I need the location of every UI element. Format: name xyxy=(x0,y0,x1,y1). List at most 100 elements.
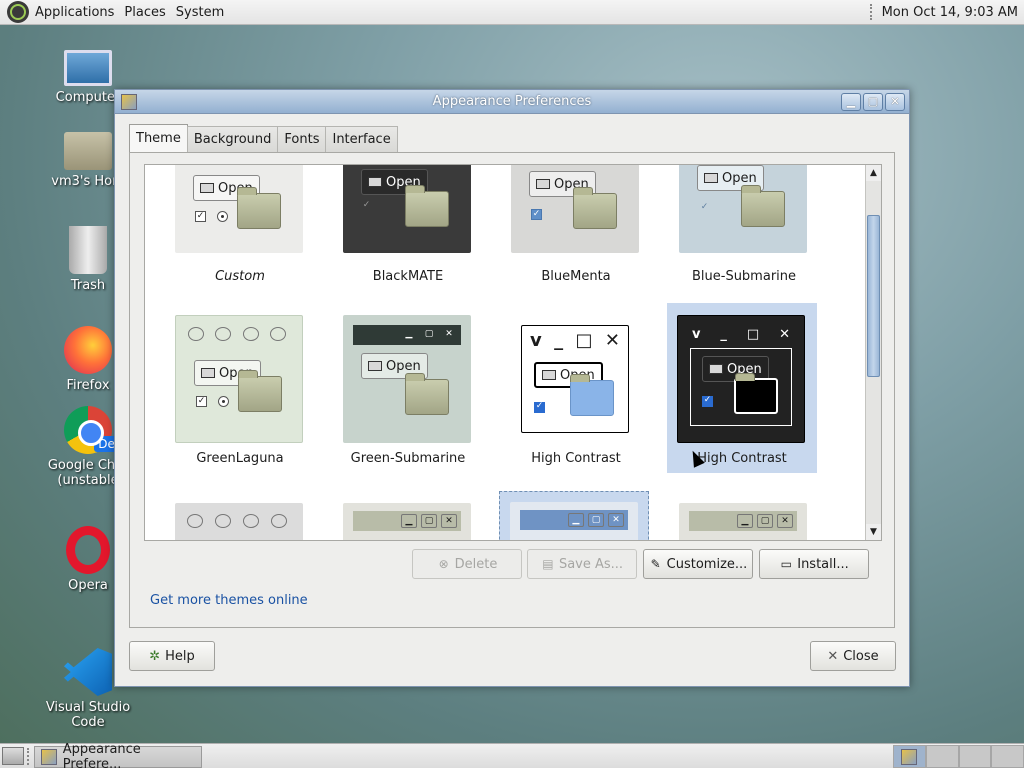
mate-logo-icon[interactable] xyxy=(7,1,29,23)
computer-icon xyxy=(64,50,112,86)
scroll-up-icon[interactable]: ▲ xyxy=(866,165,881,181)
preview-titlebar xyxy=(183,511,295,531)
panel-separator xyxy=(27,748,29,765)
desktop-icon-label: Firefox xyxy=(66,378,110,393)
folder-icon xyxy=(536,179,550,189)
delete-button[interactable]: ⊗ Delete xyxy=(412,549,522,579)
theme-preview: ▁ ▢ ✕ xyxy=(510,502,638,540)
close-icon: ✕ xyxy=(827,648,839,664)
folder-icon xyxy=(405,373,449,415)
save-icon: ▤ xyxy=(542,557,554,571)
customize-label: Customize... xyxy=(666,556,748,572)
theme-list[interactable]: Open ✓ Custom Open ✓ BlackMATE Open ✓ Bl… xyxy=(144,164,882,541)
titlebar[interactable]: Appearance Preferences ▁ ▢ ✕ xyxy=(115,90,909,114)
theme-name: Custom xyxy=(215,269,265,284)
close-window-button[interactable]: ✕ xyxy=(885,92,905,111)
preview-minimize-icon: _ xyxy=(720,326,727,342)
top-panel: Applications Places System Mon Oct 14, 9… xyxy=(0,0,1024,25)
workspace-1[interactable] xyxy=(893,745,926,768)
checkbox-icon: ✓ xyxy=(702,395,713,407)
theme-item-blackmate[interactable]: Open ✓ BlackMATE xyxy=(333,165,483,295)
preview-minimize-icon: ▁ xyxy=(401,514,417,528)
delete-label: Delete xyxy=(454,556,498,572)
close-icon: ✕ xyxy=(890,95,900,108)
theme-item-high-contrast[interactable]: v_□✕ Open ✓ High Contrast xyxy=(501,303,651,473)
install-button[interactable]: ▭ Install... xyxy=(759,549,869,579)
theme-name: BlueMenta xyxy=(541,269,611,284)
folder-icon xyxy=(734,373,778,414)
theme-item-bluementa[interactable]: Open ✓ BlueMenta xyxy=(501,165,651,295)
checkbox-icon: ✓ xyxy=(195,211,206,222)
maximize-button[interactable]: ▢ xyxy=(863,92,883,111)
folder-icon xyxy=(570,374,614,416)
save-as-button[interactable]: ▤ Save As... xyxy=(527,549,637,579)
preview-maximize-icon: ▢ xyxy=(424,329,434,339)
tab-theme[interactable]: Theme xyxy=(129,124,188,152)
radio-icon xyxy=(218,396,229,407)
customize-button[interactable]: ✎ Customize... xyxy=(643,549,753,579)
preview-titlebar: ▁ ▢ ✕ xyxy=(353,325,461,345)
preview-window-button xyxy=(270,327,287,341)
opera-icon xyxy=(66,526,110,574)
get-more-themes-link[interactable]: Get more themes online xyxy=(150,593,308,608)
taskbar-item-appearance[interactable]: Appearance Prefere... xyxy=(34,742,202,768)
theme-item-row3-1[interactable] xyxy=(165,503,315,540)
menu-places[interactable]: Places xyxy=(120,5,169,20)
bottom-panel: Appearance Prefere... xyxy=(0,742,1024,768)
preview-maximize-icon: □ xyxy=(746,326,760,342)
help-icon: ✲ xyxy=(149,648,161,664)
menu-system[interactable]: System xyxy=(172,5,228,20)
preview-chevron-icon: v xyxy=(692,326,701,342)
show-desktop-icon[interactable] xyxy=(2,747,24,765)
close-button[interactable]: ✕ Close xyxy=(810,641,896,671)
folder-icon xyxy=(542,370,556,380)
theme-item-row3-3[interactable]: ▁ ▢ ✕ xyxy=(499,491,649,540)
taskbar-item-label: Appearance Prefere... xyxy=(62,742,141,768)
preview-titlebar: ▁ ▢ ✕ xyxy=(353,511,461,531)
delete-icon: ⊗ xyxy=(438,557,449,571)
minimize-button[interactable]: ▁ xyxy=(841,92,861,111)
preview-maximize-icon: ▢ xyxy=(588,513,604,527)
preview-maximize-icon: □ xyxy=(575,329,593,351)
folder-icon xyxy=(200,183,214,193)
theme-preview: Open ✓ xyxy=(511,165,639,253)
workspace-2[interactable] xyxy=(925,745,959,768)
theme-item-row3-4[interactable]: ▁ ▢ ✕ xyxy=(669,503,819,540)
preview-titlebar: v _ □ ✕ xyxy=(686,324,796,344)
preview-titlebar: ▁ ▢ ✕ xyxy=(689,511,797,531)
vertical-scrollbar[interactable]: ▲ ▼ xyxy=(865,165,881,540)
workspace-4[interactable] xyxy=(991,745,1024,768)
preview-button-label: Open xyxy=(386,358,421,374)
theme-preview: ▁ ▢ ✕ xyxy=(343,503,471,540)
theme-tab-panel: Open ✓ Custom Open ✓ BlackMATE Open ✓ Bl… xyxy=(129,152,895,628)
tab-background[interactable]: Background xyxy=(186,126,279,152)
help-label: Help xyxy=(165,648,195,664)
folder-icon xyxy=(709,364,723,374)
install-icon: ▭ xyxy=(780,557,792,571)
preview-window-button xyxy=(215,514,231,528)
tab-fonts[interactable]: Fonts xyxy=(277,126,327,152)
theme-item-custom[interactable]: Open ✓ Custom xyxy=(165,165,315,295)
theme-item-green-submarine[interactable]: ▁ ▢ ✕ Open Green-Submarine xyxy=(333,303,483,473)
theme-item-row3-2[interactable]: ▁ ▢ ✕ xyxy=(333,503,483,540)
checkbox-icon: ✓ xyxy=(531,209,542,220)
preview-close-icon: ✕ xyxy=(604,329,620,351)
preview-window-button xyxy=(242,327,259,341)
chrome-dev-icon: Dev xyxy=(64,406,126,454)
theme-item-greenlaguna[interactable]: Open ✓ GreenLaguna xyxy=(165,303,315,473)
theme-item-blue-submarine[interactable]: Open ✓ Blue-Submarine xyxy=(669,165,819,295)
tab-interface[interactable]: Interface xyxy=(325,126,398,152)
scroll-down-icon[interactable]: ▼ xyxy=(866,524,881,540)
workspace-3[interactable] xyxy=(958,745,992,768)
panel-separator xyxy=(869,4,874,20)
theme-preview: ▁ ▢ ✕ xyxy=(679,503,807,540)
preview-window-button xyxy=(271,514,287,528)
theme-preview: ▁ ▢ ✕ Open xyxy=(343,315,471,443)
help-button[interactable]: ✲ Help xyxy=(129,641,215,671)
trash-icon xyxy=(69,226,107,274)
menu-applications[interactable]: Applications xyxy=(31,5,118,20)
clock[interactable]: Mon Oct 14, 9:03 AM xyxy=(882,5,1018,20)
window-title: Appearance Preferences xyxy=(432,94,592,109)
scroll-thumb[interactable] xyxy=(867,215,880,377)
theme-item-high-contrast-inverse[interactable]: v _ □ ✕ Open ✓ High Contrast xyxy=(667,303,817,473)
